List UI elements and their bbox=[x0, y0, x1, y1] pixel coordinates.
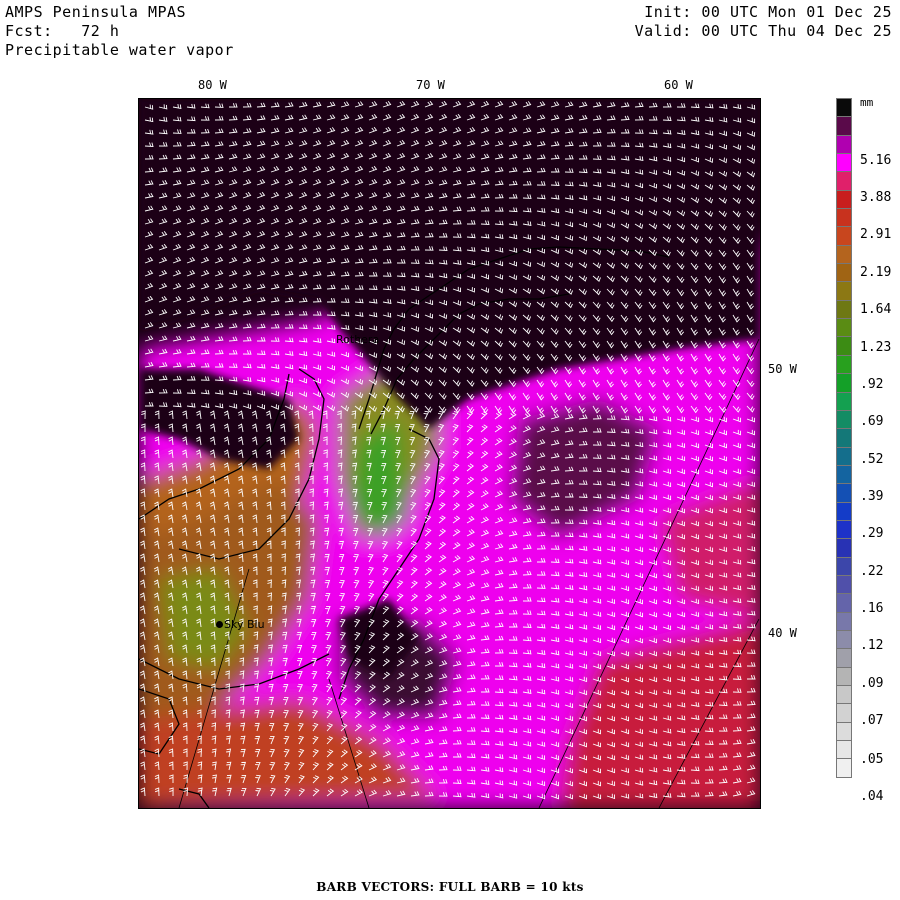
legend-swatch bbox=[836, 374, 852, 393]
legend-swatch bbox=[836, 154, 852, 173]
legend-label: 3.88 bbox=[860, 190, 892, 205]
legend-swatch bbox=[836, 319, 852, 338]
legend-label: 5.16 bbox=[860, 153, 892, 168]
legend-label: 1.23 bbox=[860, 340, 892, 355]
model-name: AMPS Peninsula MPAS bbox=[5, 3, 187, 21]
legend-label: 1.64 bbox=[860, 302, 892, 317]
valid-time: Valid: 00 UTC Thu 04 Dec 25 bbox=[634, 22, 892, 40]
forecast-hour: Fcst: 72 h bbox=[5, 22, 120, 40]
legend-swatch bbox=[836, 520, 852, 540]
legend-swatch bbox=[836, 447, 852, 466]
legend-swatch bbox=[836, 539, 852, 558]
legend-label: .04 bbox=[860, 789, 884, 804]
legend-swatch bbox=[836, 722, 852, 742]
barb-footer: BARB VECTORS: FULL BARB = 10 kts bbox=[316, 880, 584, 894]
legend-swatch bbox=[836, 98, 852, 118]
legend-swatch bbox=[836, 484, 852, 503]
lat-label-50w: 50 W bbox=[768, 362, 797, 376]
station-label-sky-blu: Sky Blu bbox=[224, 618, 265, 631]
lon-label-60w: 60 W bbox=[664, 78, 693, 92]
legend-label: 2.19 bbox=[860, 265, 892, 280]
station-dot-sky-blu bbox=[216, 621, 223, 628]
legend-swatch bbox=[836, 502, 852, 521]
legend-unit: mm bbox=[860, 96, 874, 109]
lat-label-40w: 40 W bbox=[768, 626, 797, 640]
legend-swatch bbox=[836, 282, 852, 301]
station-label-rothera: Rothera bbox=[336, 333, 380, 346]
legend-swatch bbox=[836, 465, 852, 485]
legend-swatch bbox=[836, 759, 852, 778]
init-time: Init: 00 UTC Mon 01 Dec 25 bbox=[644, 3, 892, 21]
legend-swatch bbox=[836, 410, 852, 430]
legend-label: .92 bbox=[860, 377, 884, 392]
lon-label-80w: 80 W bbox=[198, 78, 227, 92]
legend-swatch bbox=[836, 190, 852, 210]
legend-label: .09 bbox=[860, 676, 884, 691]
legend-swatch bbox=[836, 575, 852, 595]
legend-swatch bbox=[836, 649, 852, 668]
legend-swatch bbox=[836, 300, 852, 320]
legend-label: .29 bbox=[860, 526, 884, 541]
legend-label: .22 bbox=[860, 564, 884, 579]
legend-swatch bbox=[836, 117, 852, 136]
map-header-left: AMPS Peninsula MPAS Fcst: 72 h Precipita… bbox=[5, 3, 234, 60]
legend-label: .39 bbox=[860, 489, 884, 504]
legend-label: .69 bbox=[860, 414, 884, 429]
legend-label: .52 bbox=[860, 452, 884, 467]
map-header-right: Init: 00 UTC Mon 01 Dec 25 Valid: 00 UTC… bbox=[635, 3, 892, 41]
legend-swatch bbox=[836, 741, 852, 760]
legend-swatch bbox=[836, 227, 852, 246]
legend-swatch bbox=[836, 704, 852, 723]
pwv-map bbox=[138, 98, 761, 809]
legend-swatch bbox=[836, 337, 852, 356]
legend-swatch bbox=[836, 172, 852, 191]
legend-swatch bbox=[836, 557, 852, 576]
field-name: Precipitable water vapor bbox=[5, 41, 234, 59]
color-legend bbox=[836, 98, 852, 778]
legend-swatch bbox=[836, 392, 852, 411]
legend-swatch bbox=[836, 135, 852, 155]
legend-label: .12 bbox=[860, 638, 884, 653]
legend-label: 2.91 bbox=[860, 227, 892, 242]
legend-swatch bbox=[836, 245, 852, 265]
legend-swatch bbox=[836, 264, 852, 283]
legend-swatch bbox=[836, 209, 852, 228]
legend-label: .16 bbox=[860, 601, 884, 616]
legend-swatch bbox=[836, 686, 852, 705]
legend-swatch bbox=[836, 667, 852, 686]
legend-label: .05 bbox=[860, 752, 884, 767]
legend-swatch bbox=[836, 630, 852, 650]
legend-swatch bbox=[836, 429, 852, 448]
legend-swatch bbox=[836, 612, 852, 631]
legend-swatch bbox=[836, 355, 852, 375]
legend-swatch bbox=[836, 594, 852, 613]
legend-label: .07 bbox=[860, 713, 884, 728]
lon-label-70w: 70 W bbox=[416, 78, 445, 92]
